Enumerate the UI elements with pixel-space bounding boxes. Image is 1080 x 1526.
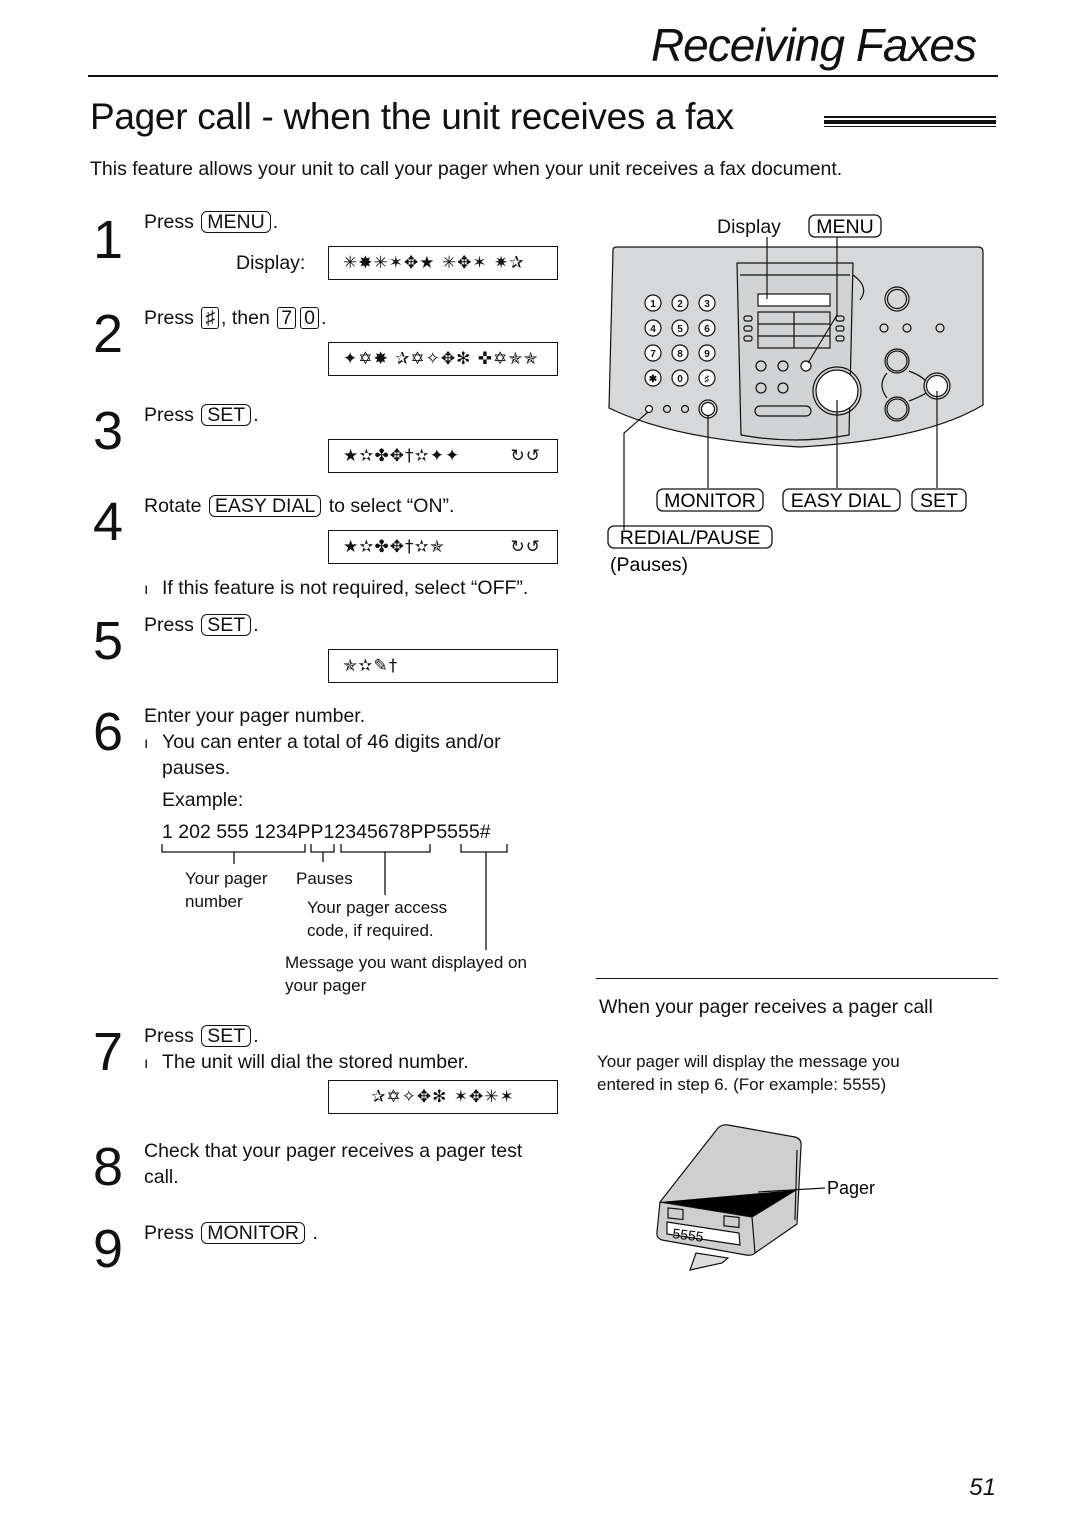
keypad-key-label: 3 [704,299,710,310]
page-title: Pager call - when the unit receives a fa… [90,96,734,137]
callout-pauses: Pauses [296,869,353,888]
menu-label: MENU [808,214,882,238]
pager-section-body: Your pager will display the message you e… [597,1052,900,1094]
keypad-key-label: ✱ [649,374,658,385]
step-8-instruction-cont: call. [144,1166,179,1188]
redial-pause-label: REDIAL/PAUSE [607,525,773,549]
step-9-instruction: Press MONITOR . [144,1222,318,1244]
step-number: 8 [92,1137,124,1197]
pager-illustration: 5555 Pager [656,1124,875,1271]
svg-text:REDIAL/PAUSE: REDIAL/PAUSE [620,527,761,549]
callout-message: Message you want displayed on your pager [285,953,527,995]
rotate-arrows-icon: ↻↺ [510,537,541,557]
intro-text: This feature allows your unit to call yo… [90,158,843,180]
step-6-instruction: Enter your pager number. [144,705,366,727]
step-1-instruction: Press MENU. [144,211,279,233]
pauses-note: (Pauses) [610,554,688,576]
digit-key: 0 [300,307,319,329]
section-title: Receiving Faxes [650,19,977,71]
rotate-arrows-icon: ↻↺ [510,446,541,466]
lcd-display: ✳✸✳✶✥★ ✳✥✶ ✷✰ [328,246,558,280]
set-key: SET [201,614,252,636]
example-label: Example: [162,789,244,811]
svg-text:EASY DIAL: EASY DIAL [791,490,892,512]
pager-section-heading: When your pager receives a pager call [599,996,933,1018]
display-screen [757,293,831,307]
menu-key: MENU [201,211,271,233]
easy-dial-label: EASY DIAL [782,488,901,512]
lcd-display: ★✫✤✥†✫✦✦ ↻↺ [328,439,558,473]
menu-button [800,360,812,372]
step-number: 5 [92,611,124,671]
callout-pager-number: Your pager number [185,869,268,911]
lcd-display: ✦✡✸ ✰✡✧✥✻ ✜✡✯✯ [328,342,558,376]
set-key: SET [201,404,252,426]
pager-label: Pager [827,1178,875,1198]
step-8-instruction: Check that your pager receives a pager t… [144,1140,523,1162]
lcd-display: ✰✡✧✥✻ ✶✥✳✶ [328,1080,558,1114]
title-decoration [824,116,996,127]
header-rule [88,75,998,77]
keypad-key-label: 9 [704,349,710,360]
digit-key: 7 [277,307,297,329]
hash-key: ♯ [201,307,220,329]
keypad-key-label: 5 [677,324,683,335]
set-label: SET [911,488,967,512]
keypad-key-label: ♯ [705,374,710,385]
monitor-key: MONITOR [201,1222,306,1244]
step-5-instruction: Press SET. [144,614,259,636]
keypad-key-label: 8 [677,349,683,360]
page-number: 51 [969,1474,996,1501]
step-6-note-cont: pauses. [162,757,231,779]
keypad-key-label: 2 [677,299,683,310]
step-4-note: If this feature is not required, select … [144,575,528,603]
step-number: 1 [92,210,124,270]
step-number: 3 [92,401,124,461]
step-number: 9 [92,1219,124,1279]
keypad-key-label: 7 [650,349,656,360]
easy-dial-key: EASY DIAL [208,495,322,517]
section-divider [596,978,998,980]
svg-text:MENU: MENU [816,216,873,238]
display-label: Display [717,216,781,238]
step-2-instruction: Press ♯, then 70. [144,307,327,329]
monitor-label: MONITOR [656,488,764,512]
callout-access-code: Your pager access code, if required. [307,898,448,940]
step-4-instruction: Rotate EASY DIAL to select “ON”. [144,495,455,517]
lcd-display: ★✫✤✥†✫✯ ↻↺ [328,530,558,564]
step-6-note: You can enter a total of 46 digits and/o… [144,729,501,757]
svg-text:MONITOR: MONITOR [664,490,756,512]
monitor-button [700,401,716,417]
step-number: 4 [92,492,124,552]
step-number: 7 [92,1022,124,1082]
keypad-key-label: 1 [650,299,656,310]
step-3-instruction: Press SET. [144,404,259,426]
step-7-note: The unit will dial the stored number. [144,1049,469,1077]
step-number: 2 [92,304,124,364]
keypad-key-label: 4 [650,324,656,335]
keypad-key-label: 0 [677,374,683,385]
set-key: SET [201,1025,252,1047]
step-number: 6 [92,702,124,762]
keypad-key-label: 6 [704,324,710,335]
display-label: Display: [236,252,306,274]
fax-panel-diagram: 1 2 3 4 5 6 7 8 9 ✱ 0 ♯ Display MENU MONITOR EASY D… [607,214,984,576]
svg-text:SET: SET [920,490,958,512]
lcd-display: ✯✫✎† [328,649,558,683]
step-7-instruction: Press SET. [144,1025,259,1047]
